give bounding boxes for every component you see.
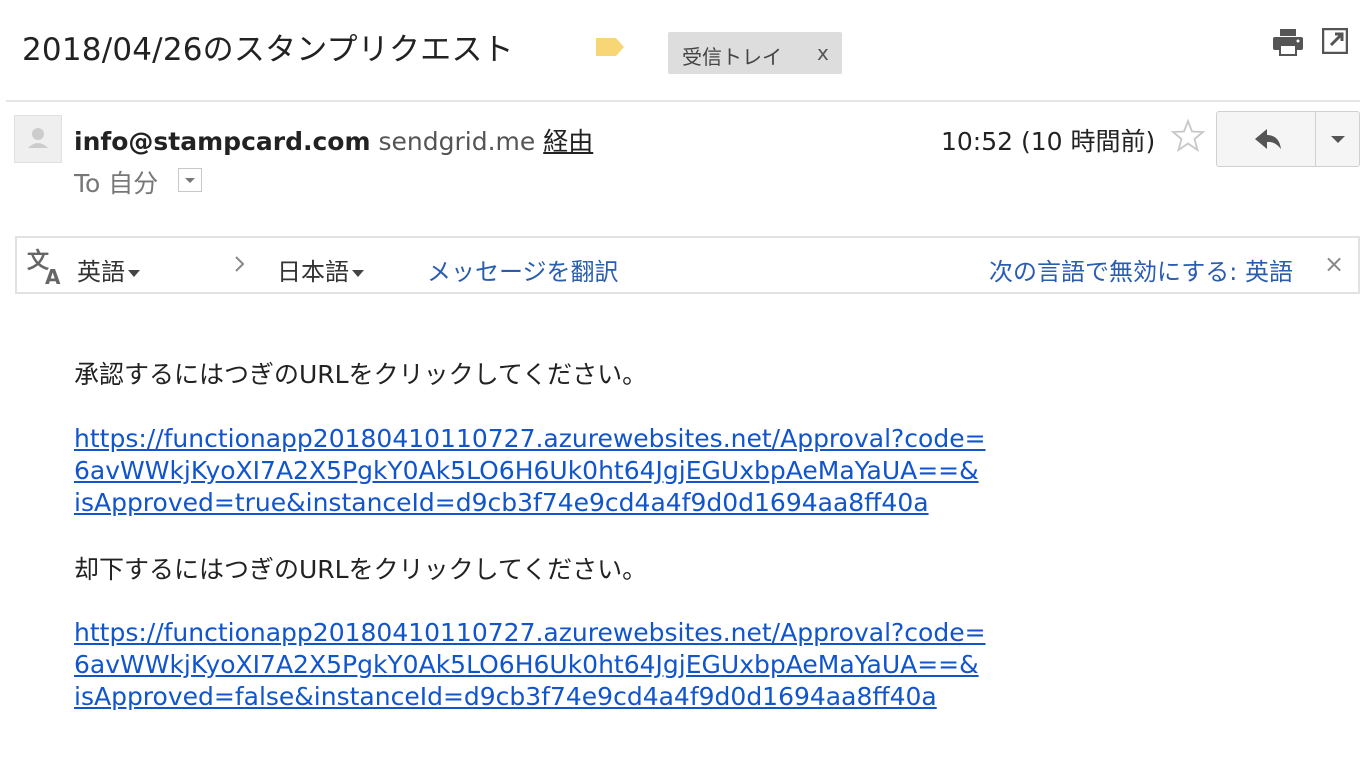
approve-link-line-2[interactable]: 6avWWkjKyoXI7A2X5PgkY0Ak5LO6H6Uk0ht64Jgj… (74, 455, 986, 487)
translate-message-link[interactable]: メッセージを翻訳 (427, 252, 619, 287)
translate-icon: 文 A (27, 248, 61, 286)
reject-link-line-1[interactable]: https://functionapp20180410110727.azurew… (74, 617, 986, 649)
important-label-icon[interactable] (595, 37, 625, 57)
target-language-select[interactable]: 日本語 (277, 252, 364, 287)
caret-down-icon (128, 269, 140, 277)
approve-link-line-3[interactable]: isApproved=true&instanceId=d9cb3f74e9cd4… (74, 487, 986, 519)
star-icon[interactable] (1170, 118, 1206, 154)
approve-link[interactable]: https://functionapp20180410110727.azurew… (74, 423, 986, 519)
approve-instruction: 承認するにはつぎのURLをクリックしてください。 (74, 360, 648, 389)
person-icon (28, 128, 48, 148)
reply-icon (1255, 129, 1281, 149)
chevron-right-icon (235, 256, 245, 272)
chevron-down-icon (185, 178, 195, 183)
via-link[interactable]: 経由 (543, 127, 593, 156)
sender-address[interactable]: info@stampcard.com (74, 127, 371, 156)
subject-row: 2018/04/26のスタンプリクエスト 受信トレイ x (0, 0, 1372, 100)
chevron-down-icon (1331, 136, 1345, 143)
more-actions-button[interactable] (1315, 111, 1360, 167)
recipient-line: To 自分 (74, 169, 159, 198)
caret-down-icon (352, 269, 364, 277)
svg-text:A: A (45, 265, 61, 286)
reject-link-line-3[interactable]: isApproved=false&instanceId=d9cb3f74e9cd… (74, 681, 986, 713)
sender-avatar[interactable] (14, 115, 62, 163)
open-in-new-window-icon[interactable] (1322, 28, 1348, 54)
target-language-label: 日本語 (277, 258, 349, 286)
via-domain: sendgrid.me (378, 127, 536, 156)
header-divider (6, 100, 1360, 102)
sender-line: info@stampcard.com sendgrid.me 経由 (74, 122, 593, 158)
email-timestamp: 10:52 (10 時間前) (941, 127, 1156, 156)
disable-translation-link[interactable]: 次の言語で無効にする: 英語 (989, 252, 1293, 287)
approve-link-line-1[interactable]: https://functionapp20180410110727.azurew… (74, 423, 986, 455)
reject-link[interactable]: https://functionapp20180410110727.azurew… (74, 617, 986, 713)
source-language-label: 英語 (77, 258, 125, 286)
print-icon[interactable] (1272, 28, 1304, 56)
inbox-label-chip: 受信トレイ x (668, 32, 842, 74)
remove-label-button[interactable]: x (817, 41, 829, 65)
source-language-select[interactable]: 英語 (77, 252, 140, 287)
reject-instruction: 却下するにはつぎのURLをクリックしてください。 (74, 555, 648, 584)
translate-bar: 文 A 英語 日本語 メッセージを翻訳 次の言語で無効にする: 英語 × (15, 236, 1360, 294)
reply-button[interactable] (1216, 111, 1316, 167)
close-translate-bar-button[interactable]: × (1324, 250, 1344, 278)
email-subject: 2018/04/26のスタンプリクエスト (22, 32, 514, 68)
reject-link-line-2[interactable]: 6avWWkjKyoXI7A2X5PgkY0Ak5LO6H6Uk0ht64Jgj… (74, 649, 986, 681)
inbox-label-text: 受信トレイ (682, 45, 782, 69)
show-details-dropdown[interactable] (178, 168, 202, 192)
